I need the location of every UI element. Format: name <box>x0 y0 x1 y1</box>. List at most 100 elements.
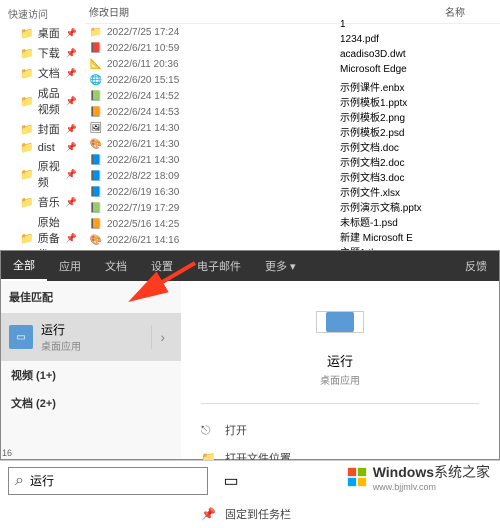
detail-action-pin-taskbar[interactable]: 📌固定到任务栏 <box>201 500 479 528</box>
watermark: Windows系统之家 www.bjjmlv.com <box>347 462 490 492</box>
sidebar-item-3[interactable]: 📁成品视频📌 <box>0 83 85 119</box>
file-row[interactable]: 🖼2022/6/21 14:30 <box>85 120 500 136</box>
sidebar-item-7[interactable]: 📁音乐📌 <box>0 192 85 212</box>
file-row[interactable]: 🎨2022/6/21 14:16 <box>85 232 500 248</box>
file-row[interactable]: 🌐2022/6/20 15:15 <box>85 72 500 88</box>
file-name[interactable]: 新建 Microsoft E <box>340 228 422 243</box>
best-match-header: 最佳匹配 <box>1 281 181 313</box>
quick-access-header: 快速访问 <box>0 4 85 23</box>
file-row[interactable]: 📁2022/7/25 17:24 <box>85 24 500 40</box>
watermark-brand: Windows <box>373 464 434 480</box>
file-type-icon: 📁 <box>89 25 103 39</box>
folder-icon: 📁 <box>20 232 34 245</box>
file-name[interactable]: 示例演示文稿.pptx <box>340 198 422 213</box>
file-type-icon: 📘 <box>89 169 103 183</box>
search-tab-2[interactable]: 文档 <box>93 251 139 281</box>
pin-icon: 📌 <box>66 233 77 244</box>
file-name[interactable]: 示例模板2.png <box>340 108 422 123</box>
detail-action-open[interactable]: ⎋打开 <box>201 416 479 444</box>
task-view-icon[interactable]: ▭ <box>216 466 246 496</box>
search-result-run[interactable]: ▭ 运行 桌面应用 › <box>1 313 181 361</box>
file-name[interactable]: Microsoft Edge <box>340 63 422 78</box>
taskbar: ⌕ ▭ Windows系统之家 www.bjjmlv.com <box>0 460 500 500</box>
folder-icon: 📁 <box>20 27 34 40</box>
file-row[interactable]: 📗2022/7/19 17:29 <box>85 200 500 216</box>
file-name[interactable]: 1234.pdf <box>340 33 422 48</box>
taskbar-search[interactable]: ⌕ <box>8 467 208 495</box>
file-name[interactable]: 示例文件.xlsx <box>340 183 422 198</box>
column-date[interactable]: 修改日期 <box>85 4 195 19</box>
clock-fragment: 16 <box>2 448 12 458</box>
file-type-icon: 🎨 <box>89 233 103 247</box>
file-row[interactable]: 📘2022/6/21 14:30 <box>85 152 500 168</box>
search-tab-5[interactable]: 更多 ▾ <box>253 251 308 281</box>
file-name[interactable]: 示例模板2.psd <box>340 123 422 138</box>
search-tab-1[interactable]: 应用 <box>47 251 93 281</box>
folder-icon: 📁 <box>20 67 34 80</box>
pin-icon: 📌 <box>66 96 77 107</box>
windows-logo-icon <box>347 467 367 487</box>
sidebar-item-6[interactable]: 📁原视频📌 <box>0 156 85 192</box>
open-icon: ⎋ <box>201 423 215 438</box>
file-type-icon: 📙 <box>89 105 103 119</box>
file-row[interactable]: 📗2022/6/24 14:52 <box>85 88 500 104</box>
file-type-icon: 📗 <box>89 201 103 215</box>
search-category[interactable]: 文档 (2+) <box>1 389 181 417</box>
feedback-link[interactable]: 反馈 <box>453 258 499 274</box>
run-app-icon: ▭ <box>9 325 33 349</box>
file-explorer: 快速访问 📁桌面📌📁下载📌📁文档📌📁成品视频📌📁封面📌📁dist📌📁原视频📌📁音… <box>0 0 500 260</box>
file-row[interactable]: 📙2022/5/16 14:25 <box>85 216 500 232</box>
file-row[interactable]: 📕2022/6/21 10:59 <box>85 40 500 56</box>
file-name[interactable]: 1 <box>340 18 422 33</box>
file-type-icon: 📙 <box>89 217 103 231</box>
expand-arrow-icon[interactable]: › <box>151 325 173 349</box>
file-type-icon: 📐 <box>89 57 103 71</box>
pin-icon: 📌 <box>66 124 77 135</box>
search-tab-3[interactable]: 设置 <box>139 251 185 281</box>
sidebar-item-4[interactable]: 📁封面📌 <box>0 119 85 139</box>
taskbar-icons: ▭ <box>216 466 246 496</box>
pin-icon: 📌 <box>66 28 77 39</box>
pin-icon: 📌 <box>66 48 77 59</box>
search-panel: 全部应用文档设置电子邮件更多 ▾ 反馈 最佳匹配 ▭ 运行 桌面应用 › 视频 … <box>0 250 500 460</box>
file-row[interactable]: 📐2022/6/11 20:36 <box>85 56 500 72</box>
file-name[interactable]: 示例课件.enbx <box>340 78 422 93</box>
file-row[interactable]: 📙2022/6/24 14:53 <box>85 104 500 120</box>
file-name[interactable]: 示例文档2.doc <box>340 153 422 168</box>
file-type-icon: 🎨 <box>89 137 103 151</box>
sidebar: 快速访问 📁桌面📌📁下载📌📁文档📌📁成品视频📌📁封面📌📁dist📌📁原视频📌📁音… <box>0 0 85 260</box>
file-type-icon: 📕 <box>89 41 103 55</box>
folder-icon: 📁 <box>20 123 34 136</box>
pin-icon: 📌 <box>66 68 77 79</box>
search-detail-pane: 运行 桌面应用 ⎋打开📁打开文件位置📌固定到"开始"屏幕📌固定到任务栏 <box>181 281 499 459</box>
file-type-icon: 🌐 <box>89 73 103 87</box>
watermark-tagline: 系统之家 <box>434 464 490 480</box>
search-tab-4[interactable]: 电子邮件 <box>185 251 253 281</box>
search-results-list: 最佳匹配 ▭ 运行 桌面应用 › 视频 (1+)文档 (2+) <box>1 281 181 459</box>
file-list-header: 修改日期 名称 <box>85 0 500 24</box>
sidebar-item-2[interactable]: 📁文档📌 <box>0 63 85 83</box>
file-name[interactable]: 示例文档3.doc <box>340 168 422 183</box>
search-category[interactable]: 视频 (1+) <box>1 361 181 389</box>
detail-subtitle: 桌面应用 <box>320 372 360 387</box>
sidebar-item-5[interactable]: 📁dist📌 <box>0 139 85 156</box>
detail-app-icon <box>316 311 364 333</box>
sidebar-item-1[interactable]: 📁下载📌 <box>0 43 85 63</box>
folder-icon: 📁 <box>20 196 34 209</box>
file-row[interactable]: 📘2022/8/22 18:09 <box>85 168 500 184</box>
file-name[interactable]: 示例文档.doc <box>340 138 422 153</box>
search-tab-0[interactable]: 全部 <box>1 251 47 281</box>
sidebar-item-0[interactable]: 📁桌面📌 <box>0 23 85 43</box>
file-name[interactable]: 未标题-1.psd <box>340 213 422 228</box>
folder-icon: 📁 <box>20 168 34 181</box>
file-row[interactable]: 🎨2022/6/21 14:30 <box>85 136 500 152</box>
file-name[interactable]: acadiso3D.dwt <box>340 48 422 63</box>
search-input[interactable] <box>30 474 201 488</box>
column-name[interactable]: 名称 <box>195 4 465 19</box>
pin-icon: 📌 <box>66 197 77 208</box>
file-name[interactable]: 示例模板1.pptx <box>340 93 422 108</box>
file-row[interactable]: 📘2022/6/19 16:30 <box>85 184 500 200</box>
search-icon: ⌕ <box>15 472 24 490</box>
folder-icon: 📁 <box>20 141 34 154</box>
pin-icon: 📌 <box>66 169 77 180</box>
